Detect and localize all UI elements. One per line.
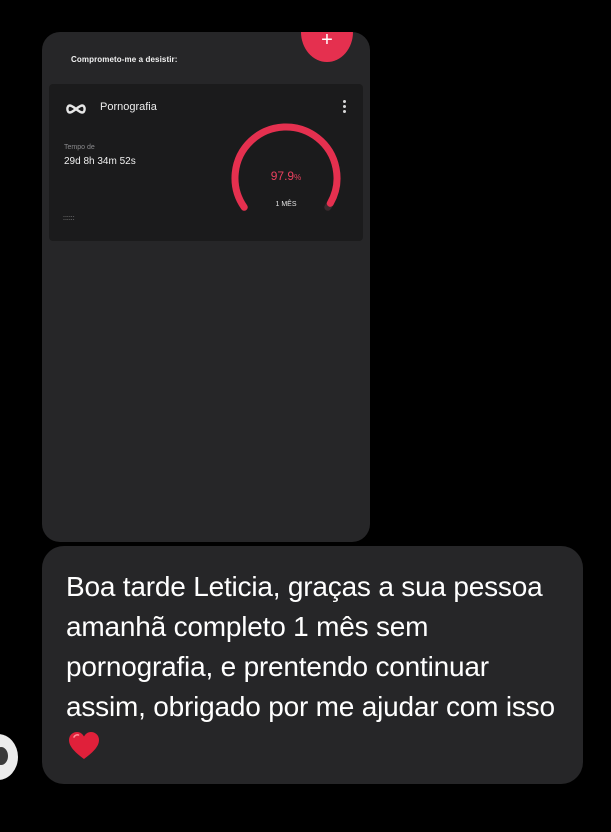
elapsed-time: 29d 8h 34m 52s (64, 156, 136, 167)
habit-name: Pornografia (100, 101, 157, 113)
message-text-container: Boa tarde Leticia, graças a sua pessoa a… (66, 567, 566, 767)
message-text: Boa tarde Leticia, graças a sua pessoa a… (66, 571, 555, 722)
drag-handle-icon: :::::: (63, 215, 75, 222)
progress-value: 97.9 (270, 169, 295, 183)
progress-percent: 97.9% (227, 169, 345, 183)
heart-icon (69, 732, 99, 759)
more-options-icon[interactable] (341, 100, 347, 116)
infinity-icon (66, 104, 86, 114)
time-label: Tempo de (64, 144, 95, 151)
plus-icon: + (321, 32, 333, 51)
add-button[interactable]: + (301, 32, 353, 62)
text-message-bubble[interactable]: Boa tarde Leticia, graças a sua pessoa a… (42, 546, 583, 784)
progress-unit: % (294, 173, 302, 182)
image-message-bubble[interactable]: + Comprometo-me a desistir: Pornografia … (42, 32, 370, 542)
chat-screen: + Comprometo-me a desistir: Pornografia … (0, 0, 611, 832)
goal-label: 1 MÊS (275, 201, 297, 208)
progress-gauge: 97.9% 1 MÊS (227, 122, 345, 222)
avatar[interactable] (0, 734, 18, 780)
shot-header-title: Comprometo-me a desistir: (71, 55, 178, 64)
avatar-silhouette (0, 747, 8, 765)
habit-card[interactable]: Pornografia Tempo de 29d 8h 34m 52s ::::… (49, 84, 363, 241)
